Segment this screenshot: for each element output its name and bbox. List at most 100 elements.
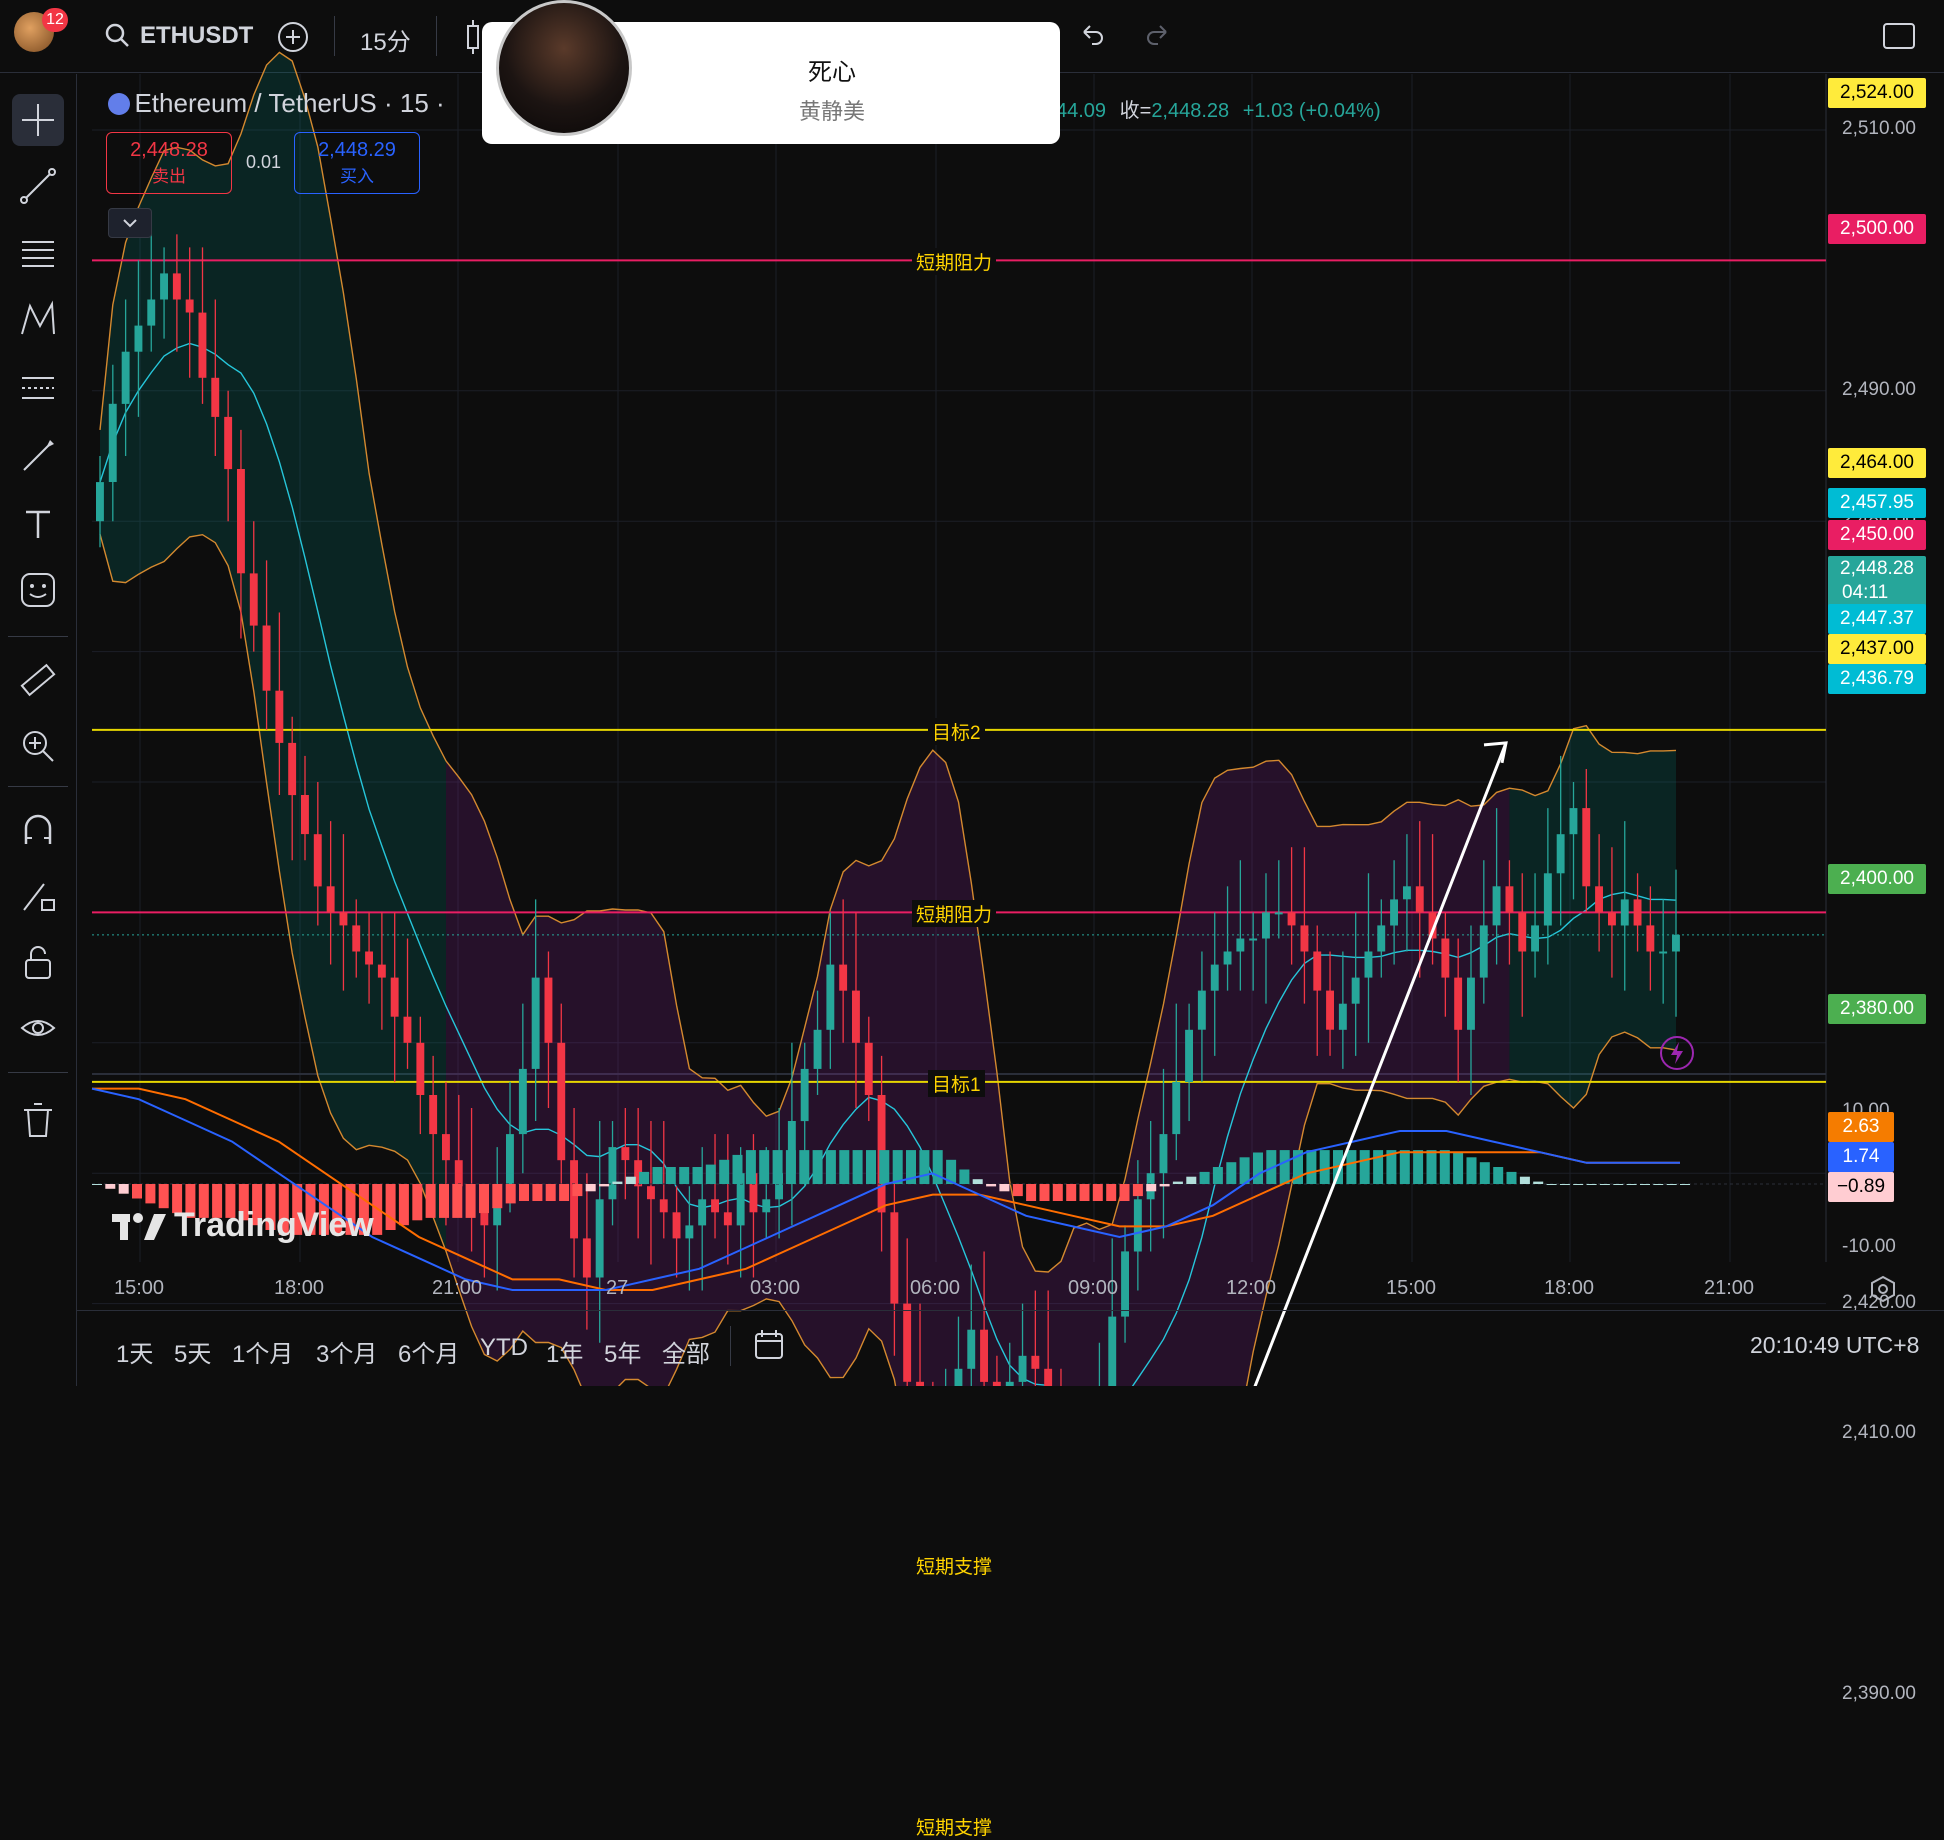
macd-tag: 2.63 bbox=[1828, 1112, 1894, 1142]
level-label-2[interactable]: 短期阻力 bbox=[912, 900, 997, 928]
candle-body bbox=[647, 1186, 655, 1200]
macd-hist-bar bbox=[919, 1150, 930, 1184]
macd-hist-bar bbox=[785, 1150, 796, 1184]
macd-hist-bar bbox=[1413, 1150, 1424, 1184]
price-tag: 2,400.00 bbox=[1828, 864, 1926, 894]
macd-hist-bar bbox=[1680, 1184, 1690, 1185]
timeframe-button[interactable]: 3个月 bbox=[316, 1334, 377, 1369]
macd-hist-bar bbox=[1453, 1152, 1464, 1184]
candle-body bbox=[1569, 808, 1578, 835]
macd-hist-bar bbox=[572, 1184, 583, 1197]
macd-hist-bar bbox=[839, 1150, 850, 1184]
tradingview-logo: TradingView bbox=[110, 1206, 374, 1245]
time-tick: 18:00 bbox=[1544, 1277, 1595, 1299]
ethereum-icon bbox=[108, 92, 130, 115]
candle-body bbox=[1454, 977, 1463, 1030]
clock[interactable]: 20:10:49 UTC+8 bbox=[1750, 1332, 1919, 1359]
macd-hist-bar bbox=[932, 1150, 943, 1184]
candle-body bbox=[762, 1199, 771, 1213]
candle-body bbox=[454, 1160, 463, 1187]
candle-body bbox=[1582, 808, 1591, 887]
timeframe-button[interactable]: YTD bbox=[480, 1334, 528, 1362]
pair-title[interactable]: Ethereum / TetherUS · 15 · bbox=[134, 88, 444, 118]
candle-body bbox=[595, 1199, 604, 1278]
time-tick: 15:00 bbox=[1386, 1277, 1437, 1299]
macd-hist-bar bbox=[1439, 1150, 1450, 1184]
macd-hist-bar bbox=[439, 1184, 449, 1218]
candle-body bbox=[1390, 899, 1398, 926]
candle-body bbox=[249, 573, 258, 626]
candle-body bbox=[403, 1016, 412, 1043]
candle-body bbox=[1326, 990, 1334, 1030]
macd-hist-bar bbox=[452, 1184, 463, 1218]
candle-body bbox=[1659, 951, 1668, 954]
macd-hist-bar bbox=[852, 1150, 863, 1184]
macd-hist-bar bbox=[412, 1184, 423, 1221]
macd-hist-bar bbox=[1319, 1150, 1330, 1184]
settings-icon[interactable] bbox=[1868, 1274, 1898, 1309]
candle-body bbox=[672, 1212, 681, 1239]
timeframe-button[interactable]: 1年 bbox=[546, 1334, 583, 1369]
timeframe-button[interactable]: 1天 bbox=[116, 1334, 153, 1369]
macd-hist-bar bbox=[385, 1184, 396, 1230]
alert-bolt-icon[interactable] bbox=[1658, 1034, 1696, 1077]
candle-body bbox=[1479, 925, 1488, 978]
time-tick: 27 bbox=[606, 1277, 629, 1299]
candle-body bbox=[429, 1095, 438, 1135]
candle-body bbox=[557, 1042, 566, 1161]
timeframe-button[interactable]: 1个月 bbox=[232, 1334, 293, 1369]
music-popup[interactable]: 死心 黄静美 bbox=[482, 0, 1060, 144]
macd-hist-bar bbox=[692, 1167, 703, 1184]
macd-hist-bar bbox=[665, 1167, 676, 1184]
candle-body bbox=[570, 1160, 578, 1239]
candle-body bbox=[1403, 886, 1411, 900]
candle-body bbox=[826, 964, 835, 1030]
macd-hist-bar bbox=[1039, 1184, 1050, 1201]
candle-body bbox=[1543, 873, 1552, 926]
collapse-legend-button[interactable] bbox=[108, 208, 152, 238]
price-tag: 2,450.00 bbox=[1828, 520, 1926, 550]
macd-hist-bar bbox=[1066, 1184, 1077, 1201]
timeframe-button[interactable]: 全部 bbox=[662, 1334, 710, 1369]
macd-hist-bar bbox=[145, 1184, 156, 1204]
macd-hist-bar bbox=[92, 1184, 102, 1185]
level-label-1[interactable]: 目标2 bbox=[928, 717, 985, 745]
timeframe-button[interactable]: 5天 bbox=[174, 1334, 211, 1369]
sell-button[interactable]: 2,448.28 卖出 bbox=[106, 132, 232, 194]
macd-hist-bar bbox=[1092, 1184, 1103, 1201]
macd-hist-bar bbox=[1373, 1150, 1384, 1184]
macd-tag: −0.89 bbox=[1828, 1172, 1894, 1202]
timeframe-button[interactable]: 6个月 bbox=[398, 1334, 459, 1369]
macd-tag: 1.74 bbox=[1828, 1142, 1894, 1172]
date-range-icon[interactable] bbox=[752, 1328, 786, 1367]
macd-hist-bar bbox=[1586, 1184, 1597, 1185]
level-label-5[interactable]: 短期支撑 bbox=[912, 1813, 997, 1840]
macd-hist-bar bbox=[479, 1184, 489, 1214]
price-chart[interactable] bbox=[0, 0, 1944, 1386]
candle-body bbox=[480, 1212, 489, 1226]
macd-hist-bar bbox=[1239, 1157, 1250, 1184]
macd-hist-bar bbox=[892, 1150, 903, 1184]
candle-body bbox=[1197, 990, 1206, 1030]
level-label-0[interactable]: 短期阻力 bbox=[912, 248, 997, 276]
macd-hist-bar bbox=[158, 1184, 169, 1209]
timeframe-button[interactable]: 5年 bbox=[604, 1334, 641, 1369]
macd-hist-bar bbox=[999, 1184, 1010, 1192]
price-tag: 2,457.95 bbox=[1828, 488, 1926, 518]
macd-hist-bar bbox=[1533, 1181, 1544, 1184]
macd-hist-bar bbox=[1012, 1184, 1023, 1197]
candle-body bbox=[506, 1134, 514, 1187]
candle-body bbox=[1531, 925, 1539, 952]
buy-button[interactable]: 2,448.29 买入 bbox=[294, 132, 420, 194]
macd-hist-bar bbox=[1626, 1184, 1637, 1185]
macd-hist-bar bbox=[1653, 1184, 1664, 1185]
price-tick: 2,390.00 bbox=[1842, 1682, 1916, 1704]
macd-hist-bar bbox=[1493, 1167, 1504, 1184]
level-label-3[interactable]: 目标1 bbox=[928, 1069, 985, 1097]
candle-body bbox=[582, 1238, 591, 1278]
level-label-4[interactable]: 短期支撑 bbox=[912, 1552, 997, 1580]
ohlc-readout: 44.09 收=2,448.28 +1.03 (+0.04%) bbox=[1056, 100, 1381, 122]
macd-hist-bar bbox=[519, 1184, 529, 1201]
candle-body bbox=[147, 299, 156, 326]
macd-hist-bar bbox=[559, 1184, 570, 1201]
